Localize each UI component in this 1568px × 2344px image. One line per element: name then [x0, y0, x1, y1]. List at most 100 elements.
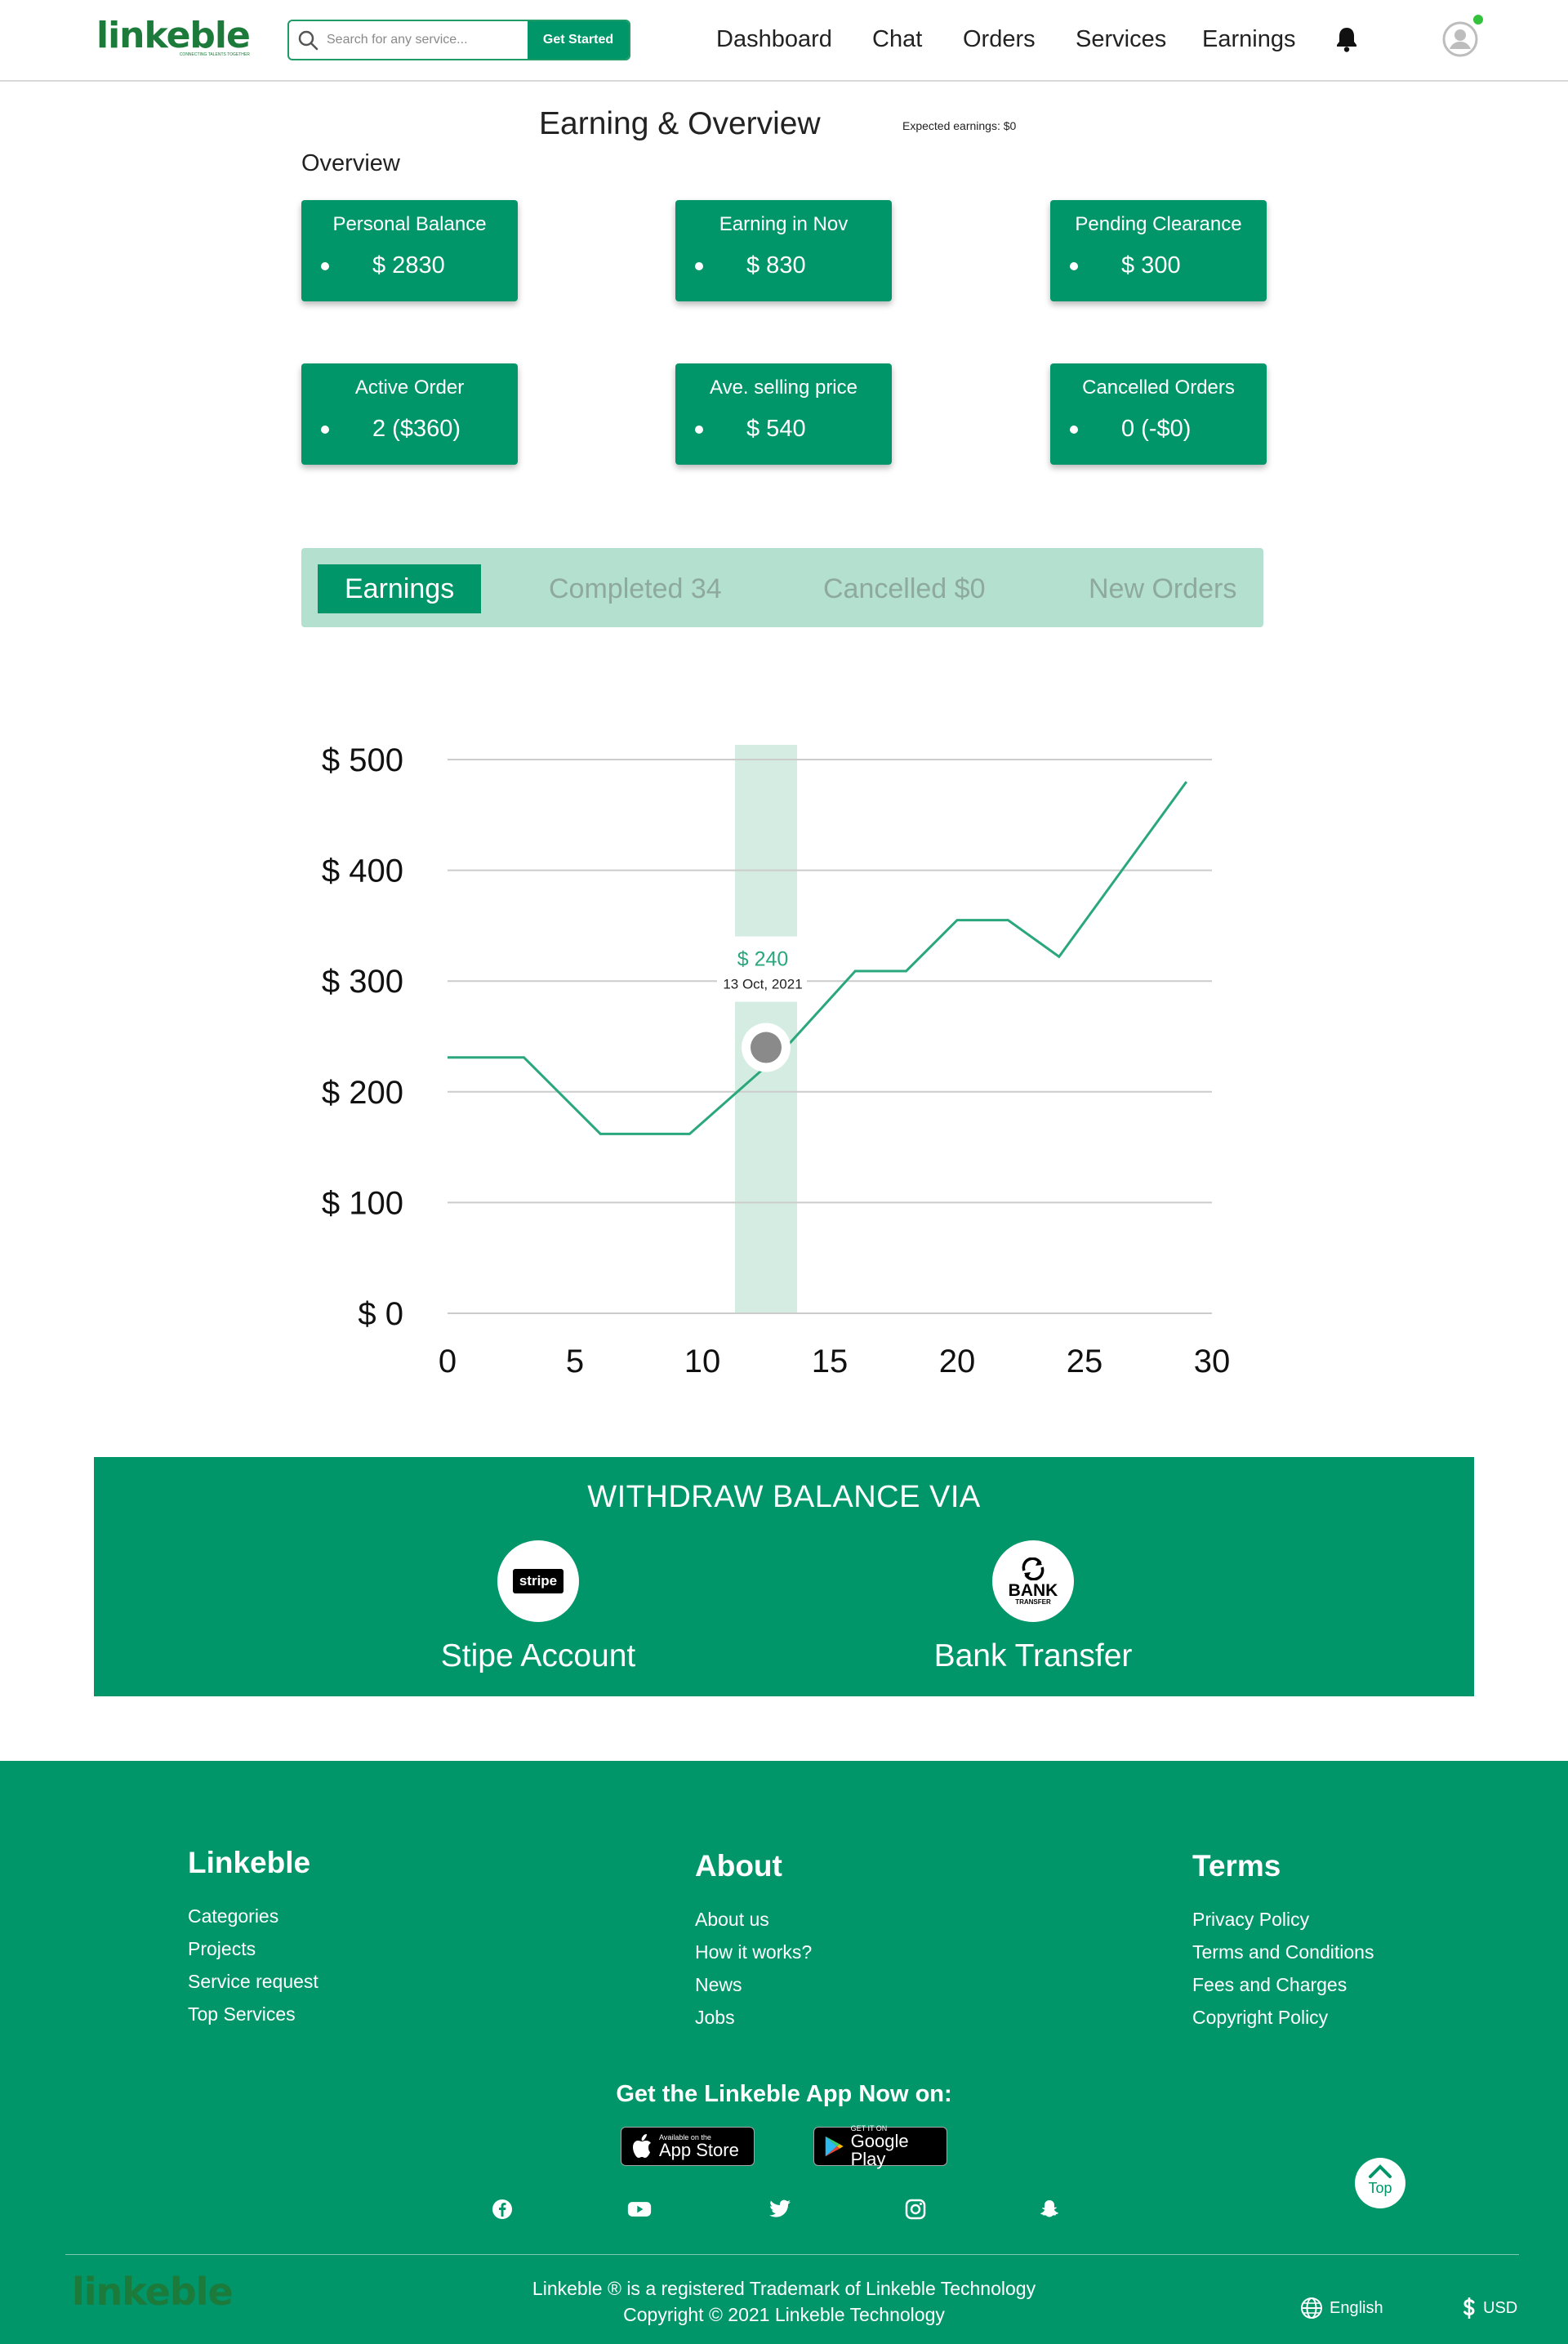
stat-card-personal-balance[interactable]: Personal Balance $ 2830: [301, 200, 518, 301]
x-tick-label: 10: [684, 1344, 721, 1379]
footer-link-news[interactable]: News: [695, 1968, 812, 2001]
x-tick-label: 0: [439, 1344, 457, 1379]
y-tick-label: $ 300: [322, 964, 403, 1000]
currency-selector[interactable]: USD: [1462, 2297, 1517, 2319]
earnings-chart-svg: $ 0 $ 100 $ 200 $ 300 $ 400 $ 500 0 5 10 15 20 25 30…: [322, 742, 1231, 1379]
nav-chat[interactable]: Chat: [872, 26, 922, 53]
footer-link-service-request[interactable]: Service request: [188, 1965, 318, 1998]
search-input[interactable]: [327, 21, 528, 59]
footer-link-fees-charges[interactable]: Fees and Charges: [1192, 1968, 1374, 2001]
instagram-icon[interactable]: [903, 2197, 928, 2221]
back-to-top-label: Top: [1368, 2180, 1392, 2196]
youtube-icon[interactable]: [627, 2197, 652, 2221]
user-avatar-icon[interactable]: [1442, 21, 1478, 57]
google-play-button[interactable]: GET IT ON Google Play: [813, 2124, 947, 2169]
google-play-big: Google Play: [850, 2131, 909, 2169]
bank-logo-text: BANK: [1008, 1580, 1058, 1600]
language-selector[interactable]: English: [1300, 2297, 1383, 2319]
currency-label: USD: [1483, 2298, 1518, 2317]
footer-link-terms-conditions[interactable]: Terms and Conditions: [1192, 1936, 1374, 1968]
stat-card-earning-in-nov[interactable]: Earning in Nov $ 830: [675, 200, 892, 301]
footer-link-how-it-works[interactable]: How it works?: [695, 1936, 812, 1968]
chevron-up-icon: [1369, 2164, 1392, 2178]
stat-card-title: Earning in Nov: [719, 213, 849, 235]
tab-cancelled[interactable]: Cancelled $0: [823, 564, 985, 613]
linkeble-logo[interactable]: linkeble CONNECTING TALENTS TOGETHER: [96, 15, 251, 58]
withdraw-section: WITHDRAW BALANCE VIA stripe Stipe Accoun…: [94, 1457, 1474, 1696]
dollar-icon: [1463, 2297, 1475, 2319]
stat-card-value: 0 (-$0): [1121, 416, 1192, 442]
footer-heading: Linkeble: [188, 1846, 311, 1879]
earnings-chart: $ 0 $ 100 $ 200 $ 300 $ 400 $ 500 0 5 10 15 20 25 30…: [294, 719, 1233, 1413]
nav-orders[interactable]: Orders: [963, 26, 1036, 53]
footer-link-top-services[interactable]: Top Services: [188, 1998, 318, 2030]
footer: Linkeble Categories Projects Service req…: [0, 1761, 1568, 2344]
stat-card-avg-selling-price[interactable]: Ave. selling price $ 540: [675, 363, 892, 465]
tab-earnings[interactable]: Earnings: [318, 564, 482, 613]
stripe-logo-text: stripe: [512, 1569, 564, 1593]
get-started-button[interactable]: Get Started: [528, 21, 629, 59]
x-tick-label: 5: [566, 1344, 584, 1379]
stat-card-title: Pending Clearance: [1075, 213, 1242, 235]
stat-card-title: Cancelled Orders: [1082, 377, 1235, 399]
stat-card-value: $ 830: [746, 252, 806, 279]
apple-icon: [633, 2134, 651, 2158]
y-tick-label: $ 0: [358, 1296, 403, 1332]
tooltip-date: 13 Oct, 2021: [723, 977, 802, 992]
stat-card-active-order[interactable]: Active Order 2 ($360): [301, 363, 518, 465]
bank-transfer-option[interactable]: BANK TRANSFER Bank Transfer: [911, 1540, 1156, 1674]
footer-link-jobs[interactable]: Jobs: [695, 2001, 812, 2034]
tooltip-value: $ 240: [737, 948, 789, 971]
google-play-icon: [825, 2136, 844, 2157]
stat-card-title: Ave. selling price: [710, 377, 858, 399]
tab-new-orders[interactable]: New Orders: [1089, 564, 1236, 613]
twitter-icon[interactable]: [768, 2197, 792, 2221]
globe-icon: [1301, 2297, 1322, 2319]
tab-completed[interactable]: Completed 34: [549, 564, 722, 613]
footer-col-terms: Terms Privacy Policy Terms and Condition…: [1192, 1849, 1374, 2034]
bullet-dot: [1070, 262, 1078, 270]
footer-link-about-us[interactable]: About us: [695, 1903, 812, 1936]
online-status-dot: [1473, 15, 1483, 25]
back-to-top-button[interactable]: Top: [1355, 2158, 1405, 2208]
stripe-account-option[interactable]: stripe Stipe Account: [416, 1540, 661, 1674]
stat-card-value: $ 300: [1121, 252, 1181, 279]
app-store-button[interactable]: Available on the App Store: [621, 2127, 755, 2166]
stat-card-cancelled-orders[interactable]: Cancelled Orders 0 (-$0): [1050, 363, 1267, 465]
stat-card-value: $ 2830: [372, 252, 445, 279]
facebook-icon[interactable]: [490, 2197, 514, 2221]
footer-heading: About: [695, 1849, 782, 1883]
bank-transfer-icon[interactable]: BANK TRANSFER: [992, 1540, 1074, 1622]
nav-dashboard[interactable]: Dashboard: [716, 26, 832, 53]
stripe-account-label: Stipe Account: [440, 1638, 636, 1673]
footer-heading: Terms: [1192, 1849, 1281, 1883]
bullet-dot: [695, 262, 703, 270]
search-icon[interactable]: [289, 21, 327, 59]
stat-card-value: $ 540: [746, 416, 806, 442]
x-tick-label: 30: [1194, 1344, 1231, 1379]
bell-icon[interactable]: [1334, 26, 1359, 56]
nav-earnings[interactable]: Earnings: [1202, 26, 1295, 53]
earnings-tabs: Earnings Completed 34 Cancelled $0 New O…: [301, 548, 1263, 627]
footer-link-projects[interactable]: Projects: [188, 1932, 318, 1965]
stripe-icon[interactable]: stripe: [497, 1540, 579, 1622]
stat-card-title: Personal Balance: [332, 213, 487, 235]
overview-label: Overview: [301, 150, 400, 176]
withdraw-title: WITHDRAW BALANCE VIA: [587, 1480, 981, 1514]
y-tick-label: $ 500: [322, 742, 403, 778]
nav-services[interactable]: Services: [1076, 26, 1166, 53]
x-tick-label: 15: [812, 1344, 849, 1379]
footer-link-privacy-policy[interactable]: Privacy Policy: [1192, 1903, 1374, 1936]
top-navbar: linkeble CONNECTING TALENTS TOGETHER Get…: [0, 0, 1568, 82]
footer-link-categories[interactable]: Categories: [188, 1900, 318, 1932]
footer-col-about: About About us How it works? News Jobs: [695, 1849, 812, 2034]
bullet-dot: [321, 262, 329, 270]
snapchat-icon[interactable]: [1037, 2197, 1062, 2221]
logo-text: linkeble: [96, 15, 251, 56]
stat-card-pending-clearance[interactable]: Pending Clearance $ 300: [1050, 200, 1267, 301]
language-label: English: [1330, 2298, 1383, 2317]
bullet-dot: [695, 426, 703, 434]
y-tick-label: $ 100: [322, 1185, 403, 1221]
footer-col-linkeble: Linkeble Categories Projects Service req…: [188, 1846, 318, 2030]
footer-link-copyright-policy[interactable]: Copyright Policy: [1192, 2001, 1374, 2034]
